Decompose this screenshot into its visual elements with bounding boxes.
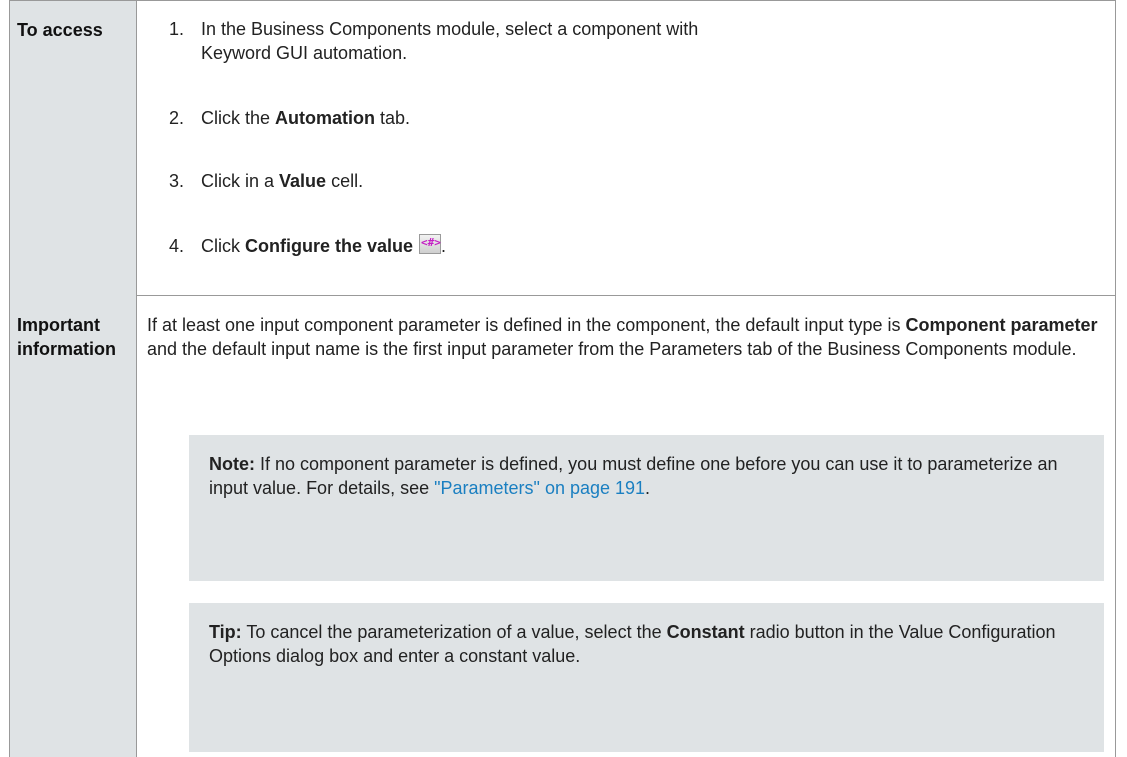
configure-value-icon: <#>	[419, 234, 442, 254]
note-label: Note:	[209, 454, 255, 474]
step-number: 1.	[169, 19, 185, 39]
step-number: 2.	[169, 108, 185, 128]
tip-text: Tip: To cancel the parameterization of a…	[209, 622, 1056, 666]
constant-label: Constant	[666, 622, 745, 642]
important-header: Important information	[17, 315, 116, 359]
important-paragraph: If at least one input component paramete…	[147, 315, 1098, 359]
configure-value-label: Configure the value	[245, 236, 414, 256]
step-text: Click in a Value cell.	[201, 171, 364, 191]
note-text: Note: If no component parameter is defin…	[209, 454, 1058, 498]
table-right-border	[1115, 296, 1116, 757]
step-number: 3.	[169, 171, 185, 191]
important-row: Important information If at least one in…	[9, 296, 1116, 757]
access-header: To access	[17, 20, 103, 40]
tip-label: Tip:	[209, 622, 242, 642]
important-header-cell: Important information	[9, 296, 137, 757]
access-header-cell: To access	[9, 0, 137, 296]
tip-box: Tip: To cancel the parameterization of a…	[189, 603, 1104, 752]
automation-tab-label: Automation	[275, 108, 376, 128]
value-cell-label: Value	[279, 171, 327, 191]
step-text: Click Configure the value <#>.	[201, 234, 447, 256]
step-number: 4.	[169, 236, 185, 256]
access-row: To access 1. In the Business Components …	[9, 0, 1116, 296]
step-text: In the Business Components module, selec…	[201, 19, 699, 63]
parameters-link[interactable]: "Parameters" on page 191	[434, 478, 645, 498]
step-text: Click the Automation tab.	[201, 108, 411, 128]
info-table: To access 1. In the Business Components …	[9, 0, 1116, 757]
note-box: Note: If no component parameter is defin…	[189, 435, 1104, 581]
